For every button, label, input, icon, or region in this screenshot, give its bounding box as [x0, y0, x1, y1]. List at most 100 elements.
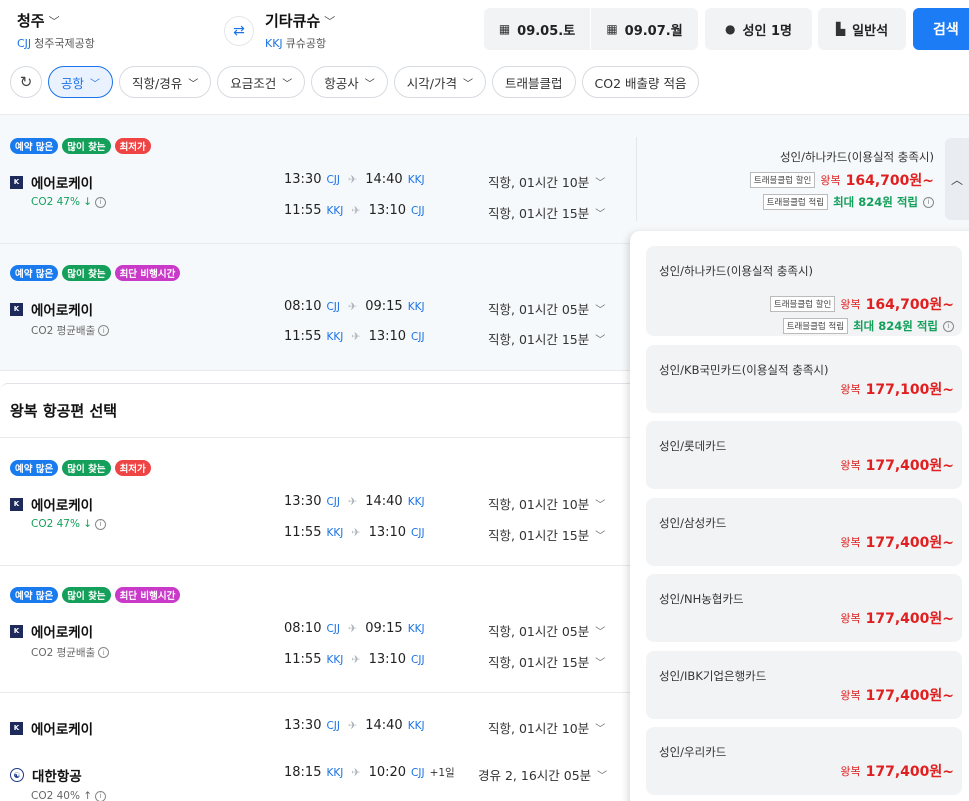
search-button[interactable]: 검색	[913, 8, 969, 50]
arr-time: 13:10	[368, 203, 407, 218]
outbound-duration[interactable]: 직항, 01시간 10분 ﹀	[488, 494, 605, 513]
section-title: 왕복 항공편 선택	[10, 402, 118, 420]
info-icon[interactable]: i	[923, 196, 934, 208]
airline: K 에어로케이	[10, 172, 93, 192]
duration-label: 직항, 01시간 10분	[488, 497, 590, 512]
cabin-button[interactable]: ▙ 일반석	[818, 8, 906, 50]
price-amount: 164,700원~	[865, 297, 954, 313]
aerok-logo-icon: K	[10, 624, 23, 638]
return-duration[interactable]: 직항, 01시간 15분 ﹀	[488, 329, 605, 348]
filter-fare[interactable]: 요금조건 ﹀	[217, 66, 306, 98]
return-date-button[interactable]: ▦ 09.07.월	[591, 8, 698, 50]
price-line: 왕복 177,400원~	[840, 532, 954, 552]
info-icon[interactable]: i	[95, 790, 107, 801]
price-option[interactable]: 성인/하나카드(이용실적 충족시) 트래블클럽 할인 왕복 164,700원~ …	[646, 246, 962, 336]
arr-time: 09:15	[365, 621, 403, 636]
filter-label: 공항	[61, 75, 85, 91]
dep-airport: KKJ	[326, 526, 344, 539]
cabin-label: 일반석	[852, 23, 889, 39]
co2-label: CO2 47% ↓	[31, 518, 93, 530]
outbound-duration[interactable]: 직항, 01시간 10분 ﹀	[488, 172, 605, 191]
filter-airport[interactable]: 공항 ﹀	[48, 66, 114, 98]
filter-label: 직항/경유	[132, 75, 183, 91]
origin-selector[interactable]: 청주 ﹀ CJJ 청주국제공항	[17, 10, 95, 51]
arr-airport: CJJ	[411, 653, 425, 666]
discount-tag: 트래블클럽 할인	[769, 296, 836, 312]
chevron-down-icon: ﹀	[595, 627, 606, 638]
aerok-logo-icon: K	[10, 175, 23, 189]
arr-airport: KKJ	[407, 300, 425, 313]
refresh-icon[interactable]: ↻	[10, 66, 42, 98]
price-option[interactable]: 성인/삼성카드 왕복 177,400원~	[646, 498, 962, 566]
roundtrip-label: 왕복	[840, 689, 861, 702]
info-icon[interactable]: i	[95, 518, 107, 530]
co2-info: CO2 47% ↓ i	[31, 518, 107, 530]
price-option[interactable]: 성인/롯데카드 왕복 177,400원~	[646, 421, 962, 489]
price-amount: 177,400원~	[865, 458, 954, 474]
info-icon[interactable]: i	[98, 325, 110, 336]
info-icon[interactable]: i	[95, 196, 107, 208]
badge-popular: 예약 많은	[10, 138, 59, 154]
return-duration[interactable]: 직항, 01시간 15분 ﹀	[488, 203, 605, 222]
chevron-down-icon: ﹀	[595, 531, 606, 542]
filter-direct[interactable]: 직항/경유 ﹀	[119, 66, 212, 98]
badge-popular: 예약 많은	[10, 460, 59, 476]
filter-label: 시각/가격	[406, 75, 457, 91]
airline-name: 에어로케이	[31, 176, 94, 192]
filter-co2[interactable]: CO2 배출량 적음	[581, 66, 700, 98]
chevron-down-icon: ﹀	[595, 724, 606, 735]
badge-shortest: 최단 비행시간	[114, 265, 181, 281]
outbound-times: 13:30 CJJ ✈ 14:40 KKJ	[284, 718, 425, 733]
return-duration[interactable]: 직항, 01시간 15분 ﹀	[488, 525, 605, 544]
roundtrip-label: 왕복	[840, 536, 861, 549]
dep-time: 13:30	[284, 494, 322, 509]
price-option[interactable]: 성인/KB국민카드(이용실적 충족시) 왕복 177,100원~	[646, 345, 962, 413]
badge-group: 예약 많은 많이 찾는 최저가	[10, 138, 151, 154]
destination-city: 기타큐슈	[265, 12, 321, 30]
price-amount: 164,700원~	[845, 173, 934, 189]
filter-travelclub[interactable]: 트래블클럽	[491, 66, 576, 98]
filter-label: 항공사	[324, 75, 359, 91]
chevron-up-icon[interactable]: ︿	[945, 138, 969, 220]
airline: K 에어로케이	[10, 718, 93, 738]
arr-time: 14:40	[365, 718, 403, 733]
chevron-down-icon: ﹀	[48, 14, 60, 28]
info-icon[interactable]: i	[943, 320, 954, 332]
duration-label: 직항, 01시간 15분	[488, 206, 590, 221]
outbound-duration[interactable]: 직항, 01시간 05분 ﹀	[488, 299, 605, 318]
plane-icon: ✈	[348, 622, 358, 635]
outbound-duration[interactable]: 직항, 01시간 10분 ﹀	[488, 718, 605, 737]
price-option[interactable]: 성인/IBK기업은행카드 왕복 177,400원~	[646, 651, 962, 719]
destination-selector[interactable]: 기타큐슈 ﹀ KKJ 큐슈공항	[265, 10, 335, 51]
return-duration[interactable]: 직항, 01시간 15분 ﹀	[488, 652, 605, 671]
filter-label: 요금조건	[230, 75, 277, 91]
badge-lowest: 최저가	[114, 460, 151, 476]
swap-icon[interactable]: ⇄	[224, 16, 254, 46]
return-duration[interactable]: 경유 2, 16시간 05분 ﹀	[478, 765, 607, 784]
outbound-times: 08:10 CJJ ✈ 09:15 KKJ	[284, 621, 425, 636]
arr-time: 10:20	[368, 765, 407, 780]
depart-date-button[interactable]: ▦ 09.05.토	[484, 8, 590, 50]
price-options-panel: 성인/하나카드(이용실적 충족시) 트래블클럽 할인 왕복 164,700원~ …	[630, 231, 969, 801]
roundtrip-label: 왕복	[820, 174, 841, 187]
arr-airport: KKJ	[407, 173, 425, 186]
points-line: 트래블클럽 적립 최대 824원 적립 i	[782, 318, 954, 334]
duration-label: 직항, 01시간 10분	[488, 175, 590, 190]
filter-airline[interactable]: 항공사 ﹀	[311, 66, 388, 98]
dep-airport: CJJ	[326, 719, 340, 732]
calendar-icon: ▦	[606, 22, 618, 36]
price-option[interactable]: 성인/NH농협카드 왕복 177,400원~	[646, 574, 962, 642]
arr-time: 09:15	[365, 299, 403, 314]
price-summary[interactable]: 성인/하나카드(이용실적 충족시) 트래블클럽 할인 왕복 164,700원~ …	[636, 137, 936, 221]
passengers-button[interactable]: ● 성인 1명	[705, 8, 812, 50]
dep-time: 13:30	[284, 718, 322, 733]
dep-time: 08:10	[284, 621, 322, 636]
price-option[interactable]: 성인/우리카드 왕복 177,400원~	[646, 727, 962, 795]
outbound-duration[interactable]: 직항, 01시간 05분 ﹀	[488, 621, 605, 640]
airline-name: 대한항공	[32, 769, 82, 785]
info-icon[interactable]: i	[98, 647, 110, 658]
dep-time: 11:55	[284, 329, 322, 344]
arr-airport: KKJ	[407, 719, 425, 732]
filter-time-price[interactable]: 시각/가격 ﹀	[393, 66, 486, 98]
arr-time: 14:40	[365, 172, 403, 187]
